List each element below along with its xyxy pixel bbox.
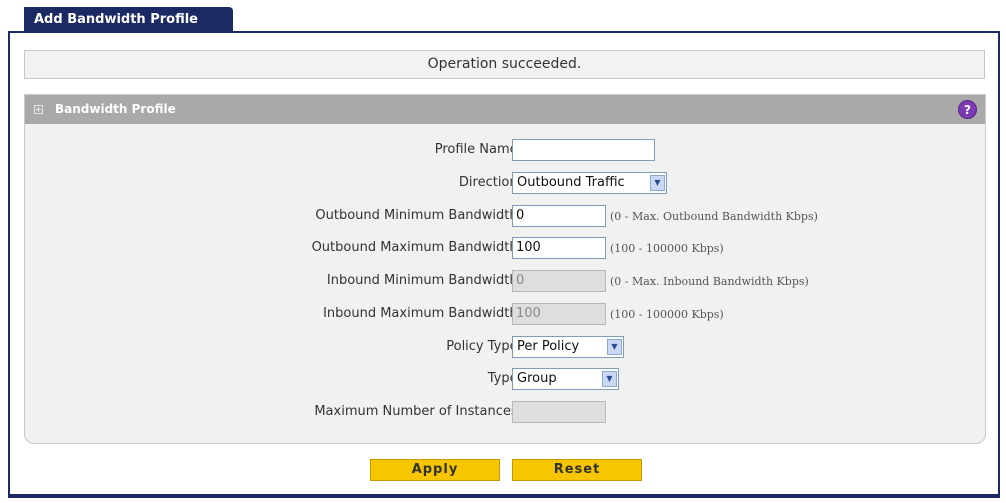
bandwidth-profile-panel: Bandwidth Profile ? Profile Name: Direct… [24,94,986,444]
max-instances-input[interactable] [512,401,606,423]
direction-select[interactable]: Outbound Traffic ▼ [512,172,667,194]
inbound-max-hint: (100 - 100000 Kbps) [610,308,724,321]
chevron-down-icon[interactable]: ▼ [607,339,622,355]
profile-name-label: Profile Name: [434,142,522,157]
inbound-max-input[interactable]: 100 [512,303,606,325]
row-profile-name: Profile Name: [25,139,985,161]
type-select[interactable]: Group ▼ [512,368,619,390]
row-direction: Direction: Outbound Traffic ▼ [25,172,985,194]
inbound-max-label: Inbound Maximum Bandwidth: [323,306,522,321]
outbound-min-label: Outbound Minimum Bandwidth: [315,208,522,223]
chevron-down-icon[interactable]: ▼ [602,371,617,387]
status-message: Operation succeeded. [24,50,985,79]
row-policy-type: Policy Type: Per Policy ▼ [25,336,985,358]
outbound-max-label: Outbound Maximum Bandwidth: [311,240,522,255]
row-inbound-max: Inbound Maximum Bandwidth: 100 (100 - 10… [25,303,985,325]
max-instances-label: Maximum Number of Instances: [314,404,522,419]
expand-icon[interactable] [34,105,43,114]
policy-type-value: Per Policy [517,339,580,354]
policy-type-label: Policy Type: [446,339,522,354]
profile-name-input[interactable] [512,139,655,161]
outbound-min-input[interactable]: 0 [512,205,606,227]
row-inbound-min: Inbound Minimum Bandwidth: 0 (0 - Max. I… [25,270,985,292]
row-type: Type: Group ▼ [25,368,985,390]
tab-add-bandwidth-profile[interactable]: Add Bandwidth Profile [24,7,233,33]
frame-bottom-border [8,494,1000,498]
row-outbound-min: Outbound Minimum Bandwidth: 0 (0 - Max. … [25,205,985,227]
inbound-min-hint: (0 - Max. Inbound Bandwidth Kbps) [610,275,809,288]
panel-title: Bandwidth Profile [55,102,176,116]
chevron-down-icon[interactable]: ▼ [650,175,665,191]
row-outbound-max: Outbound Maximum Bandwidth: 100 (100 - 1… [25,237,985,259]
outbound-min-hint: (0 - Max. Outbound Bandwidth Kbps) [610,210,818,223]
inbound-min-label: Inbound Minimum Bandwidth: [326,273,522,288]
policy-type-select[interactable]: Per Policy ▼ [512,336,624,358]
panel-header: Bandwidth Profile ? [25,95,985,124]
inbound-min-input[interactable]: 0 [512,270,606,292]
help-icon[interactable]: ? [958,100,977,119]
outbound-max-input[interactable]: 100 [512,237,606,259]
row-max-instances: Maximum Number of Instances: [25,401,985,423]
direction-value: Outbound Traffic [517,175,625,190]
reset-button[interactable]: Reset [512,459,642,481]
outbound-max-hint: (100 - 100000 Kbps) [610,242,724,255]
apply-button[interactable]: Apply [370,459,500,481]
type-value: Group [517,371,557,386]
